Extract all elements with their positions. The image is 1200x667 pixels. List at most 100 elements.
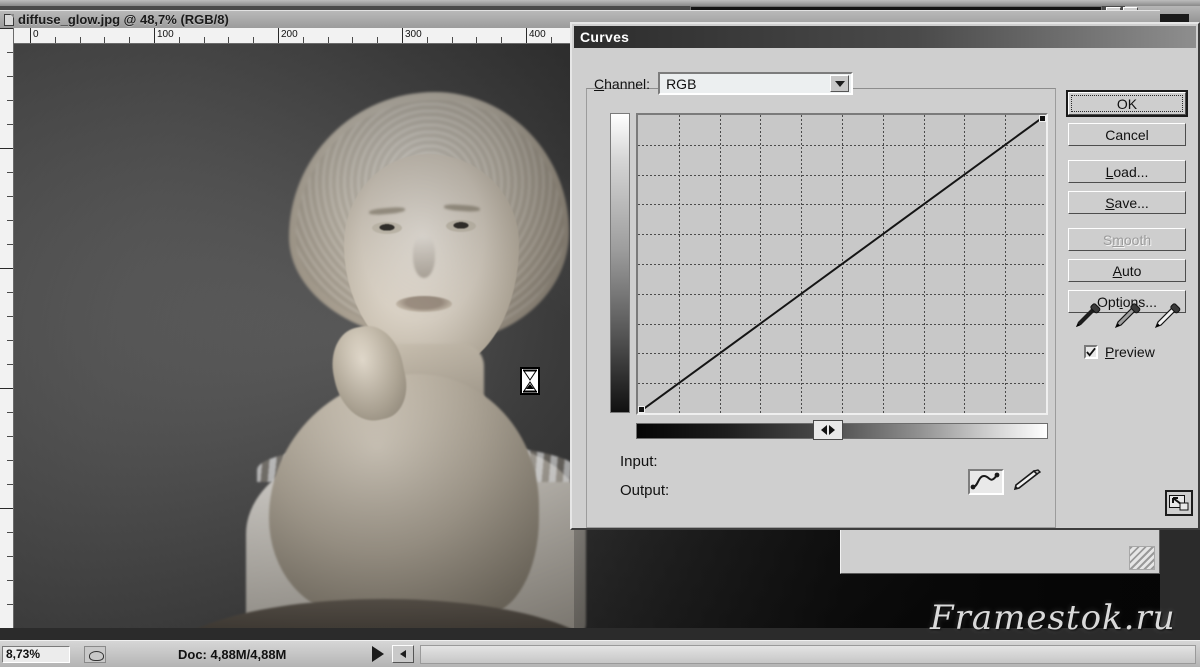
ruler-major-tick bbox=[0, 508, 13, 509]
ruler-minor-tick bbox=[7, 412, 13, 413]
vertical-ruler[interactable] bbox=[0, 28, 14, 628]
curve-tool-icon[interactable] bbox=[968, 469, 1004, 495]
document-info-icon[interactable] bbox=[84, 645, 106, 663]
ruler-minor-tick bbox=[7, 580, 13, 581]
ruler-label: 0 bbox=[33, 29, 39, 40]
ok-button[interactable]: OK bbox=[1066, 90, 1188, 117]
ruler-major-tick bbox=[0, 28, 13, 29]
ruler-minor-tick bbox=[7, 460, 13, 461]
preview-checkbox-row[interactable]: Preview bbox=[1084, 344, 1155, 360]
button-label: Save... bbox=[1105, 194, 1149, 211]
curve-line bbox=[638, 115, 1046, 413]
ruler-minor-tick bbox=[7, 124, 13, 125]
ruler-minor-tick bbox=[426, 37, 428, 43]
ruler-major-tick bbox=[30, 28, 31, 43]
channel-select[interactable]: RGB bbox=[658, 72, 854, 95]
ruler-major-tick bbox=[526, 28, 527, 43]
ruler-minor-tick bbox=[7, 172, 13, 173]
photoshop-window: – × diffuse_glow.jpg @ 48,7% (RGB/8) 010… bbox=[0, 0, 1200, 667]
ruler-minor-tick bbox=[327, 37, 329, 43]
ruler-label: 400 bbox=[529, 29, 546, 40]
dialog-button-column: OK Cancel Load... Save... Smooth Auto Options.… bbox=[1066, 90, 1190, 321]
ruler-minor-tick bbox=[7, 556, 13, 557]
ruler-minor-tick bbox=[7, 340, 13, 341]
ruler-major-tick bbox=[154, 28, 155, 43]
ruler-major-tick bbox=[278, 28, 279, 43]
resize-grip-icon[interactable] bbox=[1129, 546, 1155, 570]
auto-button[interactable]: Auto bbox=[1068, 259, 1186, 282]
ruler-minor-tick bbox=[79, 37, 81, 43]
curves-dialog[interactable]: Curves Channel: RGB Input: Output: OK Ca… bbox=[570, 22, 1200, 530]
curve-control-point-black[interactable] bbox=[638, 406, 645, 413]
preview-checkbox[interactable] bbox=[1084, 345, 1098, 359]
ruler-minor-tick bbox=[501, 37, 503, 43]
cancel-button[interactable]: Cancel bbox=[1068, 123, 1186, 146]
zoom-level-input[interactable]: 8,73% bbox=[2, 645, 70, 663]
channel-selected-value: RGB bbox=[666, 75, 697, 92]
ruler-label: 300 bbox=[405, 29, 422, 40]
chevron-down-icon[interactable] bbox=[830, 75, 850, 92]
button-label: Cancel bbox=[1105, 126, 1149, 143]
status-bar: 8,73% Doc: 4,88M/4,88M bbox=[0, 640, 1200, 667]
ruler-minor-tick bbox=[7, 76, 13, 77]
ruler-minor-tick bbox=[7, 484, 13, 485]
document-title: diffuse_glow.jpg @ 48,7% (RGB/8) bbox=[18, 12, 229, 27]
ruler-minor-tick bbox=[7, 292, 13, 293]
left-arrow-icon bbox=[821, 425, 827, 435]
white-point-eyedropper-icon[interactable] bbox=[1152, 303, 1182, 337]
ruler-label: 100 bbox=[157, 29, 174, 40]
document-icon bbox=[4, 13, 14, 26]
save-button[interactable]: Save... bbox=[1068, 191, 1186, 214]
ruler-minor-tick bbox=[7, 532, 13, 533]
ruler-minor-tick bbox=[7, 436, 13, 437]
channel-row: Channel: RGB bbox=[594, 72, 854, 95]
ruler-minor-tick bbox=[7, 364, 13, 365]
ruler-minor-tick bbox=[451, 37, 453, 43]
restore-window-icon[interactable] bbox=[1165, 490, 1193, 516]
curves-dialog-title: Curves bbox=[580, 29, 630, 45]
ruler-minor-tick bbox=[7, 604, 13, 605]
button-label: Load... bbox=[1105, 163, 1149, 180]
ruler-minor-tick bbox=[178, 37, 180, 43]
play-triangle-icon[interactable] bbox=[372, 646, 385, 662]
preview-label: Preview bbox=[1105, 344, 1155, 360]
document-size-info: Doc: 4,88M/4,88M bbox=[178, 646, 287, 662]
ruler-major-tick bbox=[0, 388, 13, 389]
input-label: Input: bbox=[620, 453, 658, 470]
gradient-direction-toggle[interactable] bbox=[813, 420, 843, 440]
channel-label: Channel: bbox=[594, 75, 651, 92]
pencil-tool-icon[interactable] bbox=[1010, 469, 1046, 495]
smooth-button: Smooth bbox=[1068, 228, 1186, 251]
ruler-minor-tick bbox=[253, 37, 255, 43]
ruler-minor-tick bbox=[7, 316, 13, 317]
button-label: Smooth bbox=[1102, 231, 1152, 248]
ruler-minor-tick bbox=[7, 244, 13, 245]
right-arrow-icon bbox=[829, 425, 835, 435]
ruler-minor-tick bbox=[302, 37, 304, 43]
eyedropper-group[interactable] bbox=[1072, 303, 1192, 337]
watermark: Framestok.ru bbox=[930, 598, 1176, 638]
ruler-minor-tick bbox=[203, 37, 205, 43]
gray-point-eyedropper-icon[interactable] bbox=[1112, 303, 1142, 337]
ruler-minor-tick bbox=[7, 220, 13, 221]
load-button[interactable]: Load... bbox=[1068, 160, 1186, 183]
ruler-major-tick bbox=[402, 28, 403, 43]
output-gradient-bar bbox=[610, 113, 630, 413]
ruler-minor-tick bbox=[476, 37, 478, 43]
ruler-minor-tick bbox=[377, 37, 379, 43]
ruler-minor-tick bbox=[129, 37, 131, 43]
curves-graph[interactable] bbox=[636, 113, 1048, 415]
hourglass-busy-cursor-icon bbox=[519, 366, 541, 396]
ruler-major-tick bbox=[0, 268, 13, 269]
ruler-minor-tick bbox=[7, 52, 13, 53]
curve-control-point-white[interactable] bbox=[1039, 115, 1046, 122]
curves-dialog-titlebar[interactable]: Curves bbox=[574, 26, 1196, 48]
ruler-label: 200 bbox=[281, 29, 298, 40]
status-bar-empty-area bbox=[420, 644, 1196, 664]
ruler-minor-tick bbox=[104, 37, 106, 43]
left-arrow-button[interactable] bbox=[392, 645, 415, 663]
ruler-minor-tick bbox=[550, 37, 552, 43]
ruler-minor-tick bbox=[228, 37, 230, 43]
button-label: Auto bbox=[1112, 262, 1142, 279]
black-point-eyedropper-icon[interactable] bbox=[1072, 303, 1102, 337]
